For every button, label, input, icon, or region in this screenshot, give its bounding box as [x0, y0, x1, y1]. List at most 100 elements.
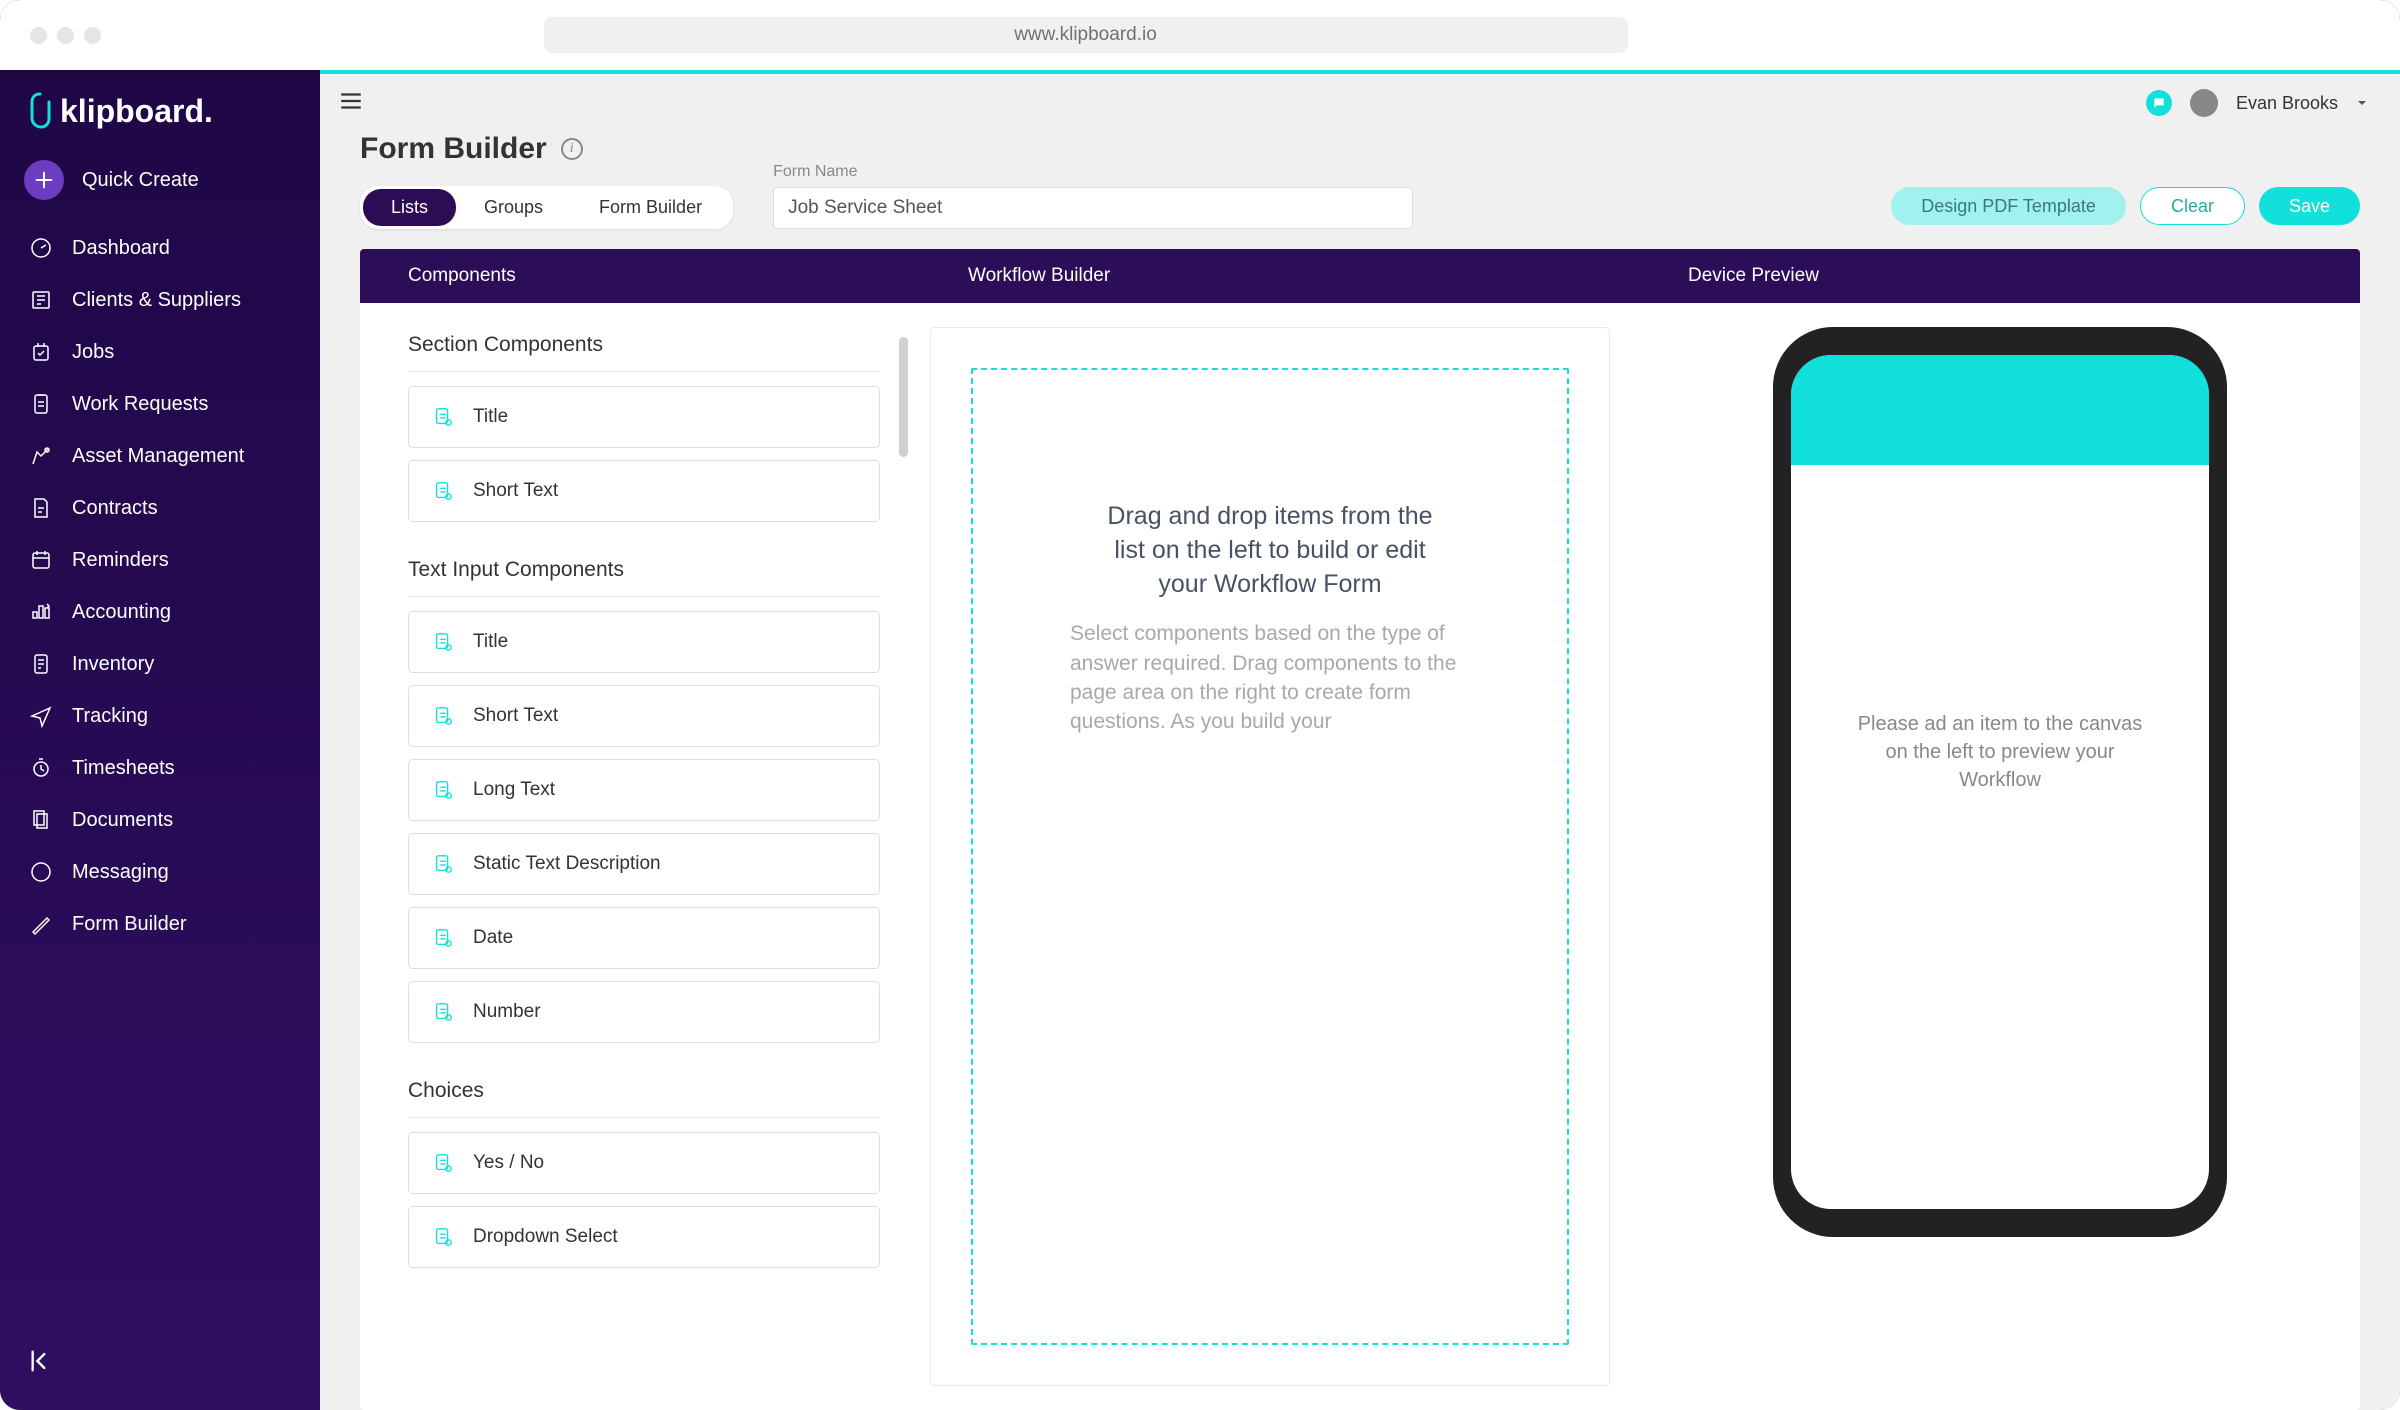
logo: klipboard.	[0, 92, 320, 160]
workflow-panel: Drag and drop items from the list on the…	[920, 303, 1640, 1410]
dropzone-title: Drag and drop items from the list on the…	[1090, 500, 1450, 601]
component-item-label: Short Text	[473, 705, 558, 727]
nav-item-clients[interactable]: Clients & Suppliers	[0, 274, 320, 326]
page-header: Form Builder i ListsGroupsForm Builder F…	[320, 132, 2400, 249]
tab-lists[interactable]: Lists	[363, 189, 456, 226]
nav-item-formbuilder[interactable]: Form Builder	[0, 898, 320, 950]
nav-item-jobs[interactable]: Jobs	[0, 326, 320, 378]
nav-label: Clients & Suppliers	[72, 289, 241, 312]
nav-item-reminders[interactable]: Reminders	[0, 534, 320, 586]
nav-label: Tracking	[72, 705, 148, 728]
sidebar-collapse-button[interactable]	[28, 1347, 56, 1380]
chat-badge[interactable]	[2146, 90, 2172, 116]
save-button[interactable]: Save	[2259, 187, 2360, 225]
workflow-dropzone[interactable]: Drag and drop items from the list on the…	[971, 368, 1569, 1345]
design-pdf-button[interactable]: Design PDF Template	[1891, 187, 2126, 225]
component-group-title: Choices	[408, 1079, 880, 1118]
components-header: Components	[360, 249, 920, 303]
component-item-label: Yes / No	[473, 1152, 544, 1174]
nav-item-assets[interactable]: Asset Management	[0, 430, 320, 482]
nav-item-workrequests[interactable]: Work Requests	[0, 378, 320, 430]
traffic-light-maximize[interactable]	[84, 27, 101, 44]
nav-item-tracking[interactable]: Tracking	[0, 690, 320, 742]
quick-create-label: Quick Create	[82, 169, 199, 192]
nav-label: Reminders	[72, 549, 169, 572]
quick-create-button[interactable]	[24, 160, 64, 200]
clipboard-icon	[431, 479, 455, 503]
nav-item-contracts[interactable]: Contracts	[0, 482, 320, 534]
nav-item-inventory[interactable]: Inventory	[0, 638, 320, 690]
user-menu-caret[interactable]	[2356, 96, 2370, 110]
form-name-label: Form Name	[773, 163, 1413, 181]
component-item-short-text[interactable]: Short Text	[408, 460, 880, 522]
clipboard-icon	[431, 1151, 455, 1175]
url-bar[interactable]: www.klipboard.io	[544, 17, 1628, 53]
nav-list: Dashboard Clients & Suppliers Jobs Work Req…	[0, 222, 320, 950]
hamburger-button[interactable]	[338, 88, 364, 119]
component-item-number[interactable]: Number	[408, 981, 880, 1043]
pill-tabs: ListsGroupsForm Builder	[360, 186, 733, 229]
traffic-light-close[interactable]	[30, 27, 47, 44]
clear-button[interactable]: Clear	[2140, 187, 2245, 225]
clipboard-icon	[431, 1000, 455, 1024]
workflow-header: Workflow Builder	[920, 249, 1640, 303]
tab-form-builder[interactable]: Form Builder	[571, 189, 730, 226]
component-item-title[interactable]: Title	[408, 386, 880, 448]
component-item-short-text[interactable]: Short Text	[408, 685, 880, 747]
component-item-yes-no[interactable]: Yes / No	[408, 1132, 880, 1194]
topbar: Evan Brooks	[320, 74, 2400, 132]
component-item-label: Number	[473, 1001, 541, 1023]
collapse-icon	[28, 1347, 56, 1375]
clipboard-icon	[431, 1225, 455, 1249]
builder: Components Workflow Builder Device Previ…	[360, 249, 2360, 1410]
component-item-label: Dropdown Select	[473, 1226, 618, 1248]
jobs-icon	[28, 339, 54, 365]
nav-item-dashboard[interactable]: Dashboard	[0, 222, 320, 274]
paperclip-icon	[28, 92, 52, 130]
clipboard-icon	[431, 630, 455, 654]
form-name-input[interactable]	[773, 187, 1413, 229]
component-item-label: Long Text	[473, 779, 555, 801]
nav-label: Timesheets	[72, 757, 175, 780]
clipboard-icon	[431, 852, 455, 876]
avatar[interactable]	[2190, 89, 2218, 117]
traffic-light-minimize[interactable]	[57, 27, 74, 44]
nav-item-timesheets[interactable]: Timesheets	[0, 742, 320, 794]
tab-groups[interactable]: Groups	[456, 189, 571, 226]
component-item-long-text[interactable]: Long Text	[408, 759, 880, 821]
nav-item-messaging[interactable]: Messaging	[0, 846, 320, 898]
dropzone-desc: Select components based on the type of a…	[1070, 619, 1470, 737]
clipboard-icon	[431, 405, 455, 429]
nav-label: Jobs	[72, 341, 114, 364]
nav-label: Documents	[72, 809, 173, 832]
device-hint: Please ad an item to the canvas on the l…	[1851, 710, 2149, 794]
component-item-static-text-description[interactable]: Static Text Description	[408, 833, 880, 895]
chat-icon	[2152, 96, 2166, 110]
scrollbar[interactable]	[899, 337, 908, 457]
component-item-label: Title	[473, 406, 508, 428]
browser-bar: www.klipboard.io	[0, 0, 2400, 70]
clipboard-icon	[431, 926, 455, 950]
component-item-label: Date	[473, 927, 513, 949]
nav-item-accounting[interactable]: Accounting	[0, 586, 320, 638]
dashboard-icon	[28, 235, 54, 261]
device-header	[1791, 355, 2209, 465]
hamburger-icon	[338, 88, 364, 114]
clipboard-icon	[431, 778, 455, 802]
component-item-title[interactable]: Title	[408, 611, 880, 673]
component-item-date[interactable]: Date	[408, 907, 880, 969]
nav-item-documents[interactable]: Documents	[0, 794, 320, 846]
component-item-dropdown-select[interactable]: Dropdown Select	[408, 1206, 880, 1268]
contracts-icon	[28, 495, 54, 521]
user-name: Evan Brooks	[2236, 93, 2338, 114]
accounting-icon	[28, 599, 54, 625]
component-item-label: Static Text Description	[473, 853, 661, 875]
quick-create[interactable]: Quick Create	[0, 160, 320, 222]
info-icon[interactable]: i	[561, 138, 583, 160]
nav-label: Contracts	[72, 497, 158, 520]
tracking-icon	[28, 703, 54, 729]
component-item-label: Short Text	[473, 480, 558, 502]
sidebar: klipboard. Quick Create Dashboard Clients…	[0, 70, 320, 1410]
component-group-title: Section Components	[408, 333, 880, 372]
page-title: Form Builder	[360, 132, 547, 166]
